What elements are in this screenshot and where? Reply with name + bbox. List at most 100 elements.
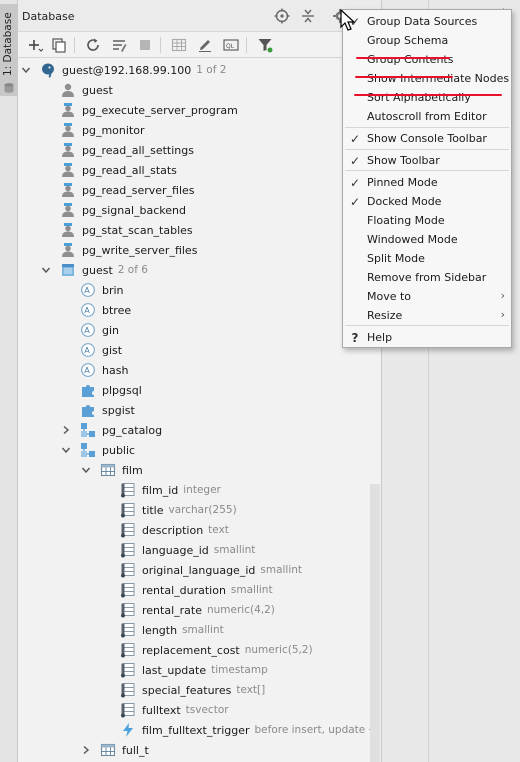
tree-node-role[interactable]: pg_signal_backend — [18, 200, 382, 220]
tree-node-role[interactable]: pg_read_all_stats — [18, 160, 382, 180]
menu-item-floating-mode[interactable]: Floating Mode — [343, 211, 511, 230]
chevron-down-icon[interactable] — [20, 64, 32, 76]
tree-node-column[interactable]: last_update timestamp — [18, 660, 382, 680]
properties-icon[interactable] — [110, 36, 128, 54]
svg-text:QL: QL — [226, 43, 235, 50]
tree-scrollbar[interactable] — [370, 484, 380, 762]
locate-icon[interactable] — [274, 8, 290, 24]
tree-node-column[interactable]: special_features text[] — [18, 680, 382, 700]
tree-node-schema[interactable]: public — [18, 440, 382, 460]
menu-item-label: Autoscroll from Editor — [367, 110, 487, 123]
tree-node-extension[interactable]: spgist — [18, 400, 382, 420]
tree-node-table[interactable]: full_t — [18, 740, 382, 760]
menu-item-group-data-sources[interactable]: ✓ Group Data Sources — [343, 12, 511, 31]
menu-item-show-intermediate-nodes[interactable]: Show Intermediate Nodes — [343, 69, 511, 88]
table-icon — [100, 742, 116, 758]
toolbar-separator — [74, 37, 75, 53]
menu-item-group-contents[interactable]: Group Contents — [343, 50, 511, 69]
menu-item-autoscroll-from-editor[interactable]: Autoscroll from Editor — [343, 107, 511, 126]
chevron-down-icon[interactable] — [80, 464, 92, 476]
menu-item-help[interactable]: ? Help — [343, 328, 511, 347]
chevron-right-icon[interactable] — [80, 744, 92, 756]
stop-icon[interactable] — [136, 36, 154, 54]
tree-node-access-method[interactable]: Agin — [18, 320, 382, 340]
tree-node-column[interactable]: length smallint — [18, 620, 382, 640]
refresh-icon[interactable] — [84, 36, 102, 54]
tree-node-access-method[interactable]: Ahash — [18, 360, 382, 380]
tree-node-trigger[interactable]: film_fulltext_trigger before insert, upda… — [18, 720, 382, 740]
tree-node-column[interactable]: rental_duration smallint — [18, 580, 382, 600]
tree-node-role[interactable]: pg_write_server_files — [18, 240, 382, 260]
tree-node-label: special_features — [142, 683, 232, 697]
menu-item-remove-from-sidebar[interactable]: Remove from Sidebar — [343, 268, 511, 287]
tree-node-extension[interactable]: plpgsql — [18, 380, 382, 400]
menu-item-docked-mode[interactable]: ✓ Docked Mode — [343, 192, 511, 211]
tree-node-column[interactable]: title varchar(255) — [18, 500, 382, 520]
tree-node-table[interactable]: film — [18, 460, 382, 480]
tree-node-role[interactable]: guest — [18, 80, 382, 100]
tree-node-column[interactable]: rental_rate numeric(4,2) — [18, 600, 382, 620]
tree-node-role[interactable]: pg_monitor — [18, 120, 382, 140]
add-icon[interactable] — [26, 36, 44, 54]
chevron-right-icon[interactable] — [60, 424, 72, 436]
trigger-icon — [120, 722, 136, 738]
tree-node-role[interactable]: pg_execute_server_program — [18, 100, 382, 120]
menu-item-sort-alphabetically[interactable]: Sort Alphabetically — [343, 88, 511, 107]
tree-node-database[interactable]: guest 2 of 6 — [18, 260, 382, 280]
menu-item-label: Remove from Sidebar — [367, 271, 487, 284]
database-toolbar: QL — [18, 32, 382, 58]
chevron-down-icon[interactable] — [40, 264, 52, 276]
menu-item-label: Docked Mode — [367, 195, 442, 208]
menu-item-move-to[interactable]: Move to › — [343, 287, 511, 306]
column-type: timestamp — [211, 664, 268, 676]
tree-node-access-method[interactable]: Abtree — [18, 300, 382, 320]
tree-node-role[interactable]: pg_read_server_files — [18, 180, 382, 200]
menu-item-group-schema[interactable]: Group Schema — [343, 31, 511, 50]
access-method-icon: A — [80, 302, 96, 318]
tree-node-column[interactable]: original_language_id smallint — [18, 560, 382, 580]
tree-node-label: fulltext — [142, 703, 181, 717]
column-icon — [120, 602, 136, 618]
tree-node-role[interactable]: pg_stat_scan_tables — [18, 220, 382, 240]
menu-item-pinned-mode[interactable]: ✓ Pinned Mode — [343, 173, 511, 192]
tree-node-access-method[interactable]: Abrin — [18, 280, 382, 300]
collapse-all-icon[interactable] — [300, 8, 316, 24]
database-icon — [60, 262, 76, 278]
node-count: 1 of 2 — [196, 64, 227, 76]
tree-node-column[interactable]: fulltext tsvector — [18, 700, 382, 720]
chevron-down-icon[interactable] — [60, 444, 72, 456]
column-type: text — [208, 524, 229, 536]
tree-node-column[interactable]: film_id integer — [18, 480, 382, 500]
menu-item-label: Resize — [367, 309, 403, 322]
tree-node-access-method[interactable]: Agist — [18, 340, 382, 360]
tree-node-role[interactable]: pg_read_all_settings — [18, 140, 382, 160]
role-icon — [60, 142, 76, 158]
access-method-icon: A — [80, 362, 96, 378]
menu-item-split-mode[interactable]: Split Mode — [343, 249, 511, 268]
column-type: smallint — [182, 624, 224, 636]
filter-icon[interactable] — [256, 36, 274, 54]
duplicate-icon[interactable] — [50, 36, 68, 54]
menu-item-show-toolbar[interactable]: ✓ Show Toolbar — [343, 151, 511, 170]
role-icon — [60, 162, 76, 178]
tree-node-connection[interactable]: guest@192.168.99.100 1 of 2 — [18, 60, 382, 80]
menu-item-resize[interactable]: Resize › — [343, 306, 511, 325]
menu-item-windowed-mode[interactable]: Windowed Mode — [343, 230, 511, 249]
sql-console-icon[interactable]: QL — [222, 36, 240, 54]
submenu-arrow-icon: › — [500, 289, 505, 302]
database-tool-tab[interactable]: 1: Database — [0, 4, 18, 96]
tree-node-column[interactable]: language_id smallint — [18, 540, 382, 560]
tree-node-schema[interactable]: pg_catalog — [18, 420, 382, 440]
table-icon[interactable] — [170, 36, 188, 54]
tree-node-column[interactable]: description text — [18, 520, 382, 540]
edit-icon[interactable] — [196, 36, 214, 54]
tree-node-column[interactable]: replacement_cost numeric(5,2) — [18, 640, 382, 660]
menu-item-show-console-toolbar[interactable]: ✓ Show Console Toolbar — [343, 129, 511, 148]
